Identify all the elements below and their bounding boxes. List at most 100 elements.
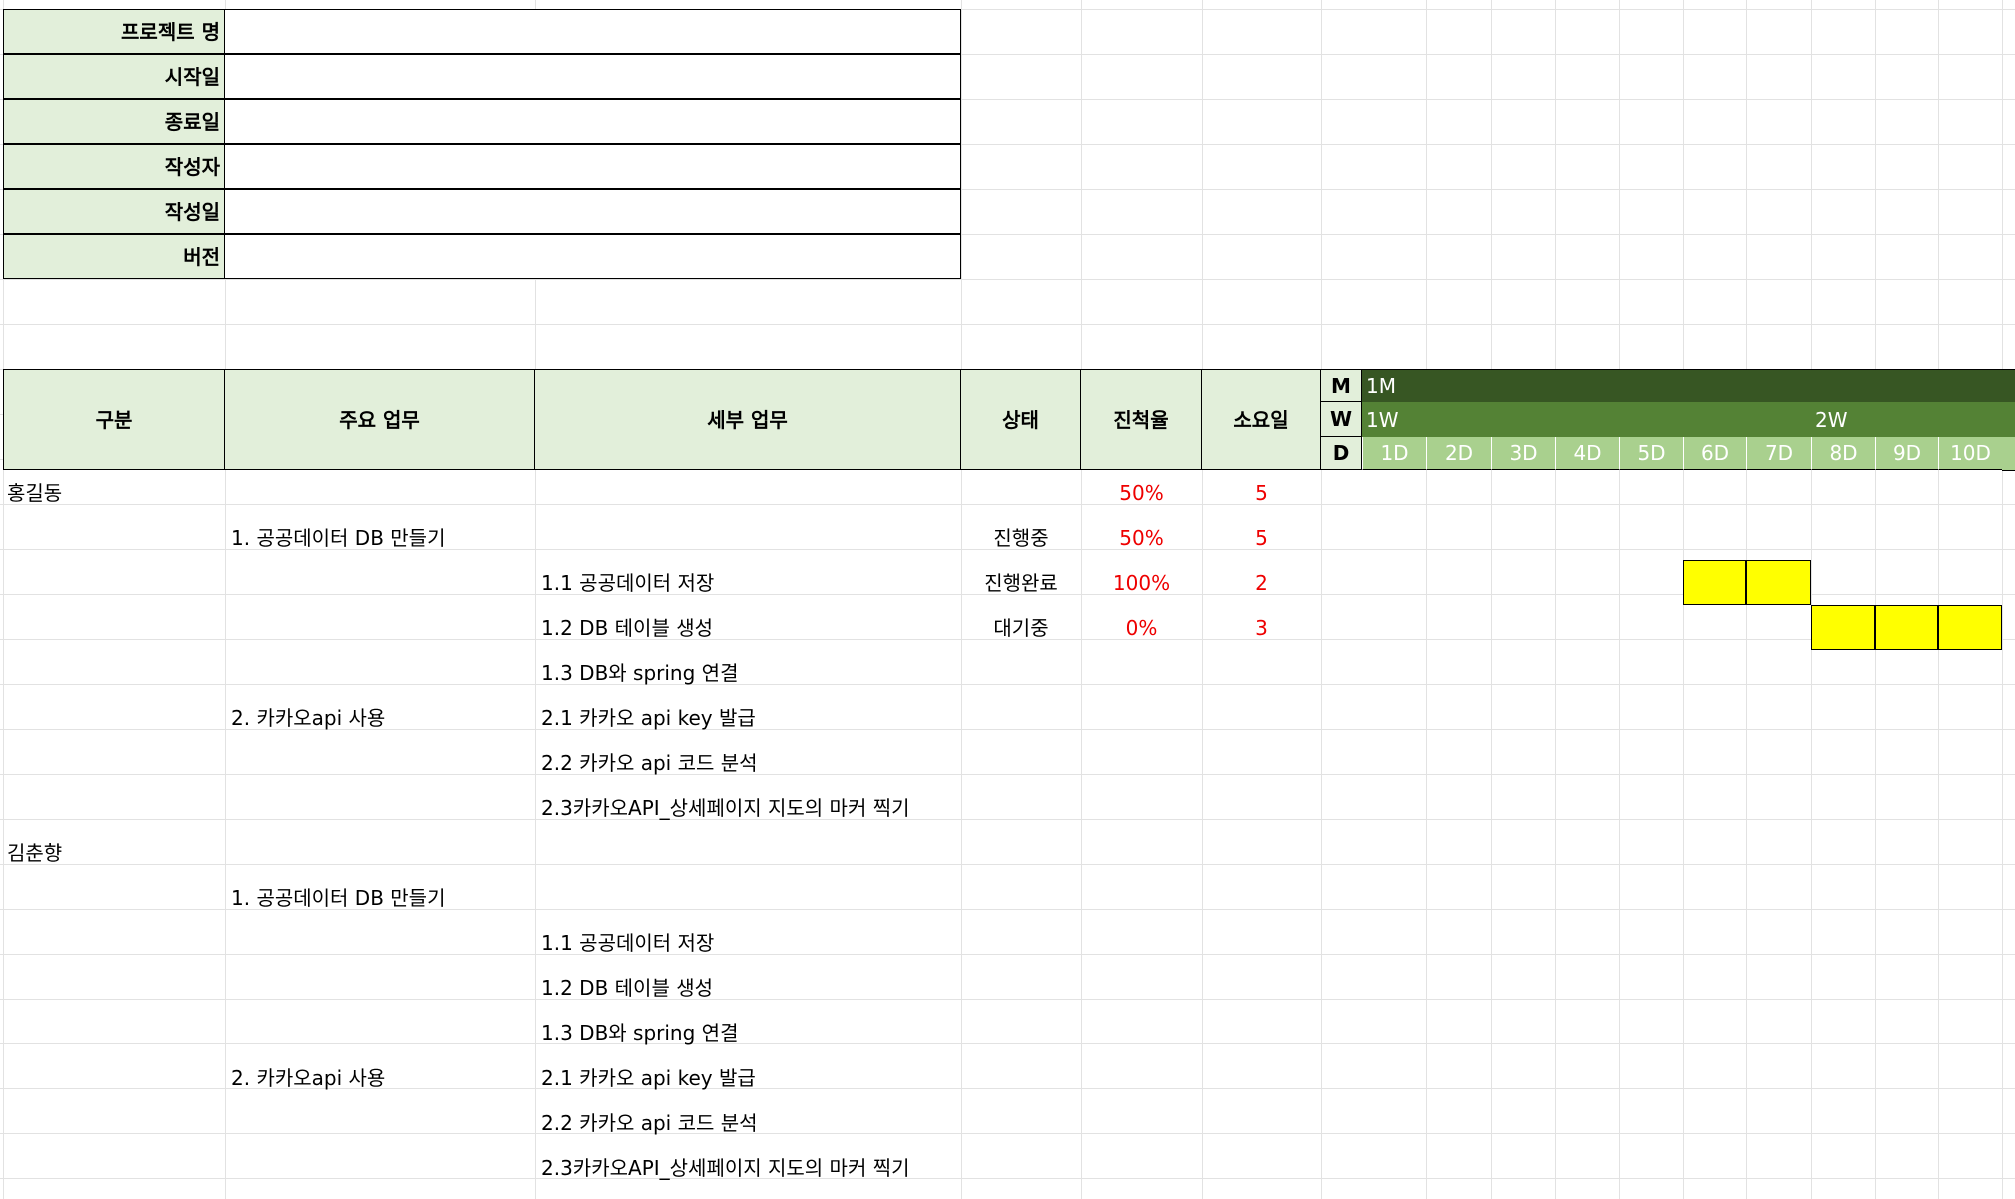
row-status-cell[interactable] bbox=[961, 1100, 1081, 1145]
info-value-cell[interactable] bbox=[225, 144, 961, 189]
row-detail-task-cell[interactable] bbox=[535, 875, 961, 920]
row-detail-task-cell[interactable]: 2.2 카카오 api 코드 분석 bbox=[535, 1100, 961, 1145]
column-header[interactable]: 소요일 bbox=[1202, 369, 1321, 470]
gantt-bar-cell[interactable] bbox=[1683, 560, 1746, 605]
row-detail-task-cell[interactable] bbox=[535, 830, 961, 875]
row-group-cell[interactable] bbox=[3, 920, 225, 965]
row-detail-task-cell[interactable]: 1.3 DB와 spring 연결 bbox=[535, 650, 961, 695]
row-group-cell[interactable] bbox=[3, 1100, 225, 1145]
column-header[interactable]: 세부 업무 bbox=[535, 369, 961, 470]
row-status-cell[interactable] bbox=[961, 470, 1081, 515]
row-group-cell[interactable] bbox=[3, 740, 225, 785]
row-group-cell[interactable] bbox=[3, 605, 225, 650]
row-status-cell[interactable] bbox=[961, 920, 1081, 965]
row-detail-task-cell[interactable]: 2.1 카카오 api key 발급 bbox=[535, 695, 961, 740]
row-status-cell[interactable] bbox=[961, 875, 1081, 920]
column-header[interactable]: 주요 업무 bbox=[225, 369, 535, 470]
row-duration-cell[interactable]: 2 bbox=[1202, 560, 1321, 605]
row-duration-cell[interactable] bbox=[1202, 1055, 1321, 1100]
row-progress-cell[interactable]: 50% bbox=[1081, 515, 1202, 560]
row-status-cell[interactable] bbox=[961, 1010, 1081, 1055]
row-status-cell[interactable] bbox=[961, 830, 1081, 875]
row-main-task-cell[interactable] bbox=[225, 470, 535, 515]
row-duration-cell[interactable]: 3 bbox=[1202, 605, 1321, 650]
row-duration-cell[interactable] bbox=[1202, 650, 1321, 695]
row-progress-cell[interactable]: 0% bbox=[1081, 605, 1202, 650]
row-detail-task-cell[interactable] bbox=[535, 470, 961, 515]
row-main-task-cell[interactable]: 1. 공공데이터 DB 만들기 bbox=[225, 515, 535, 560]
row-status-cell[interactable] bbox=[961, 650, 1081, 695]
row-detail-task-cell[interactable]: 1.3 DB와 spring 연결 bbox=[535, 1010, 961, 1055]
row-status-cell[interactable] bbox=[961, 695, 1081, 740]
row-status-cell[interactable]: 진행완료 bbox=[961, 560, 1081, 605]
row-status-cell[interactable] bbox=[961, 785, 1081, 830]
row-detail-task-cell[interactable]: 1.2 DB 테이블 생성 bbox=[535, 605, 961, 650]
row-main-task-cell[interactable] bbox=[225, 560, 535, 605]
row-detail-task-cell[interactable]: 1.1 공공데이터 저장 bbox=[535, 560, 961, 605]
row-progress-cell[interactable] bbox=[1081, 1145, 1202, 1190]
row-progress-cell[interactable] bbox=[1081, 785, 1202, 830]
row-main-task-cell[interactable] bbox=[225, 605, 535, 650]
row-status-cell[interactable] bbox=[961, 1055, 1081, 1100]
row-progress-cell[interactable] bbox=[1081, 695, 1202, 740]
row-duration-cell[interactable] bbox=[1202, 785, 1321, 830]
row-main-task-cell[interactable] bbox=[225, 965, 535, 1010]
row-duration-cell[interactable] bbox=[1202, 740, 1321, 785]
info-value-cell[interactable] bbox=[225, 234, 961, 279]
row-group-cell[interactable] bbox=[3, 1055, 225, 1100]
row-main-task-cell[interactable] bbox=[225, 740, 535, 785]
row-group-cell[interactable] bbox=[3, 1145, 225, 1190]
row-group-cell[interactable] bbox=[3, 650, 225, 695]
info-value-cell[interactable] bbox=[225, 9, 961, 54]
row-duration-cell[interactable] bbox=[1202, 875, 1321, 920]
info-value-cell[interactable] bbox=[225, 99, 961, 144]
row-detail-task-cell[interactable]: 1.1 공공데이터 저장 bbox=[535, 920, 961, 965]
gantt-bar-cell[interactable] bbox=[1746, 560, 1811, 605]
row-group-cell[interactable] bbox=[3, 560, 225, 605]
column-header[interactable]: 상태 bbox=[961, 369, 1081, 470]
row-status-cell[interactable] bbox=[961, 1145, 1081, 1190]
info-value-cell[interactable] bbox=[225, 54, 961, 99]
info-value-cell[interactable] bbox=[225, 189, 961, 234]
row-main-task-cell[interactable] bbox=[225, 830, 535, 875]
row-duration-cell[interactable] bbox=[1202, 830, 1321, 875]
row-progress-cell[interactable]: 50% bbox=[1081, 470, 1202, 515]
row-main-task-cell[interactable]: 1. 공공데이터 DB 만들기 bbox=[225, 875, 535, 920]
row-progress-cell[interactable] bbox=[1081, 920, 1202, 965]
row-duration-cell[interactable] bbox=[1202, 1145, 1321, 1190]
row-detail-task-cell[interactable]: 2.2 카카오 api 코드 분석 bbox=[535, 740, 961, 785]
row-group-cell[interactable] bbox=[3, 965, 225, 1010]
row-main-task-cell[interactable] bbox=[225, 920, 535, 965]
row-group-cell[interactable] bbox=[3, 1010, 225, 1055]
row-progress-cell[interactable] bbox=[1081, 650, 1202, 695]
row-main-task-cell[interactable] bbox=[225, 1010, 535, 1055]
row-status-cell[interactable] bbox=[961, 965, 1081, 1010]
row-status-cell[interactable] bbox=[961, 740, 1081, 785]
row-group-cell[interactable] bbox=[3, 515, 225, 560]
row-status-cell[interactable]: 진행중 bbox=[961, 515, 1081, 560]
row-detail-task-cell[interactable]: 1.2 DB 테이블 생성 bbox=[535, 965, 961, 1010]
row-duration-cell[interactable] bbox=[1202, 695, 1321, 740]
gantt-bar-cell[interactable] bbox=[1875, 605, 1938, 650]
gantt-bar-cell[interactable] bbox=[1938, 605, 2002, 650]
row-progress-cell[interactable] bbox=[1081, 1010, 1202, 1055]
gantt-bar-cell[interactable] bbox=[1811, 605, 1875, 650]
row-detail-task-cell[interactable]: 2.1 카카오 api key 발급 bbox=[535, 1055, 961, 1100]
column-header[interactable]: 진척율 bbox=[1081, 369, 1202, 470]
row-main-task-cell[interactable] bbox=[225, 1145, 535, 1190]
row-duration-cell[interactable]: 5 bbox=[1202, 515, 1321, 560]
row-main-task-cell[interactable] bbox=[225, 650, 535, 695]
row-progress-cell[interactable] bbox=[1081, 1055, 1202, 1100]
row-group-cell[interactable] bbox=[3, 695, 225, 740]
row-duration-cell[interactable] bbox=[1202, 1010, 1321, 1055]
row-main-task-cell[interactable]: 2. 카카오api 사용 bbox=[225, 1055, 535, 1100]
column-header[interactable]: 구분 bbox=[3, 369, 225, 470]
row-duration-cell[interactable] bbox=[1202, 1100, 1321, 1145]
row-detail-task-cell[interactable]: 2.3카카오API_상세페이지 지도의 마커 찍기 bbox=[535, 1145, 961, 1190]
row-progress-cell[interactable] bbox=[1081, 965, 1202, 1010]
row-group-cell[interactable]: 김춘향 bbox=[3, 830, 225, 875]
row-status-cell[interactable]: 대기중 bbox=[961, 605, 1081, 650]
row-duration-cell[interactable]: 5 bbox=[1202, 470, 1321, 515]
row-duration-cell[interactable] bbox=[1202, 965, 1321, 1010]
row-progress-cell[interactable] bbox=[1081, 875, 1202, 920]
